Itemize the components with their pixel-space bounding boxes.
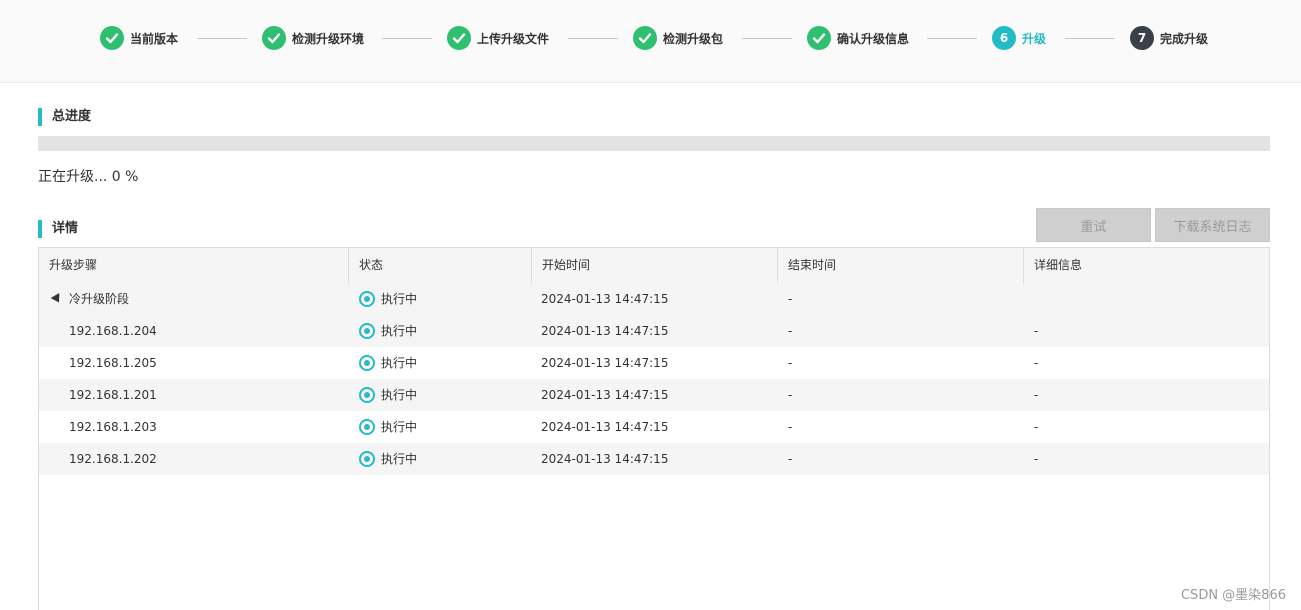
overall-progress-bar (38, 136, 1270, 151)
end-time-cell: - (788, 324, 793, 338)
step-finish: 7 完成升级 (1130, 26, 1208, 50)
column-header-start-time[interactable]: 开始时间 (532, 248, 778, 283)
start-time-cell: 2024-01-13 14:47:15 (541, 292, 669, 306)
step-label: 检测升级包 (663, 31, 724, 46)
overall-progress-title: 总进度 (38, 108, 91, 126)
table-row[interactable]: 192.168.1.204 执行中 2024-01-13 14:47:15 - … (39, 315, 1269, 347)
check-icon (262, 26, 286, 50)
step-cell: 192.168.1.203 (69, 420, 157, 434)
detail-cell: - (1034, 324, 1039, 338)
detail-cell: - (1034, 420, 1039, 434)
status-cell: 执行中 (381, 356, 418, 370)
step-upgrade: 6 升级 (992, 26, 1046, 50)
table-row[interactable]: 192.168.1.205 执行中 2024-01-13 14:47:15 - … (39, 347, 1269, 379)
column-header-detail[interactable]: 详细信息 (1024, 248, 1269, 283)
step-check-package: 检测升级包 (633, 26, 723, 50)
step-label: 升级 (1022, 31, 1047, 46)
running-status-icon (359, 291, 375, 307)
step-label: 检测升级环境 (292, 31, 365, 46)
check-icon (447, 26, 471, 50)
check-icon (633, 26, 657, 50)
detail-cell: - (1034, 388, 1039, 402)
column-header-status[interactable]: 状态 (349, 248, 532, 283)
step-cell: 192.168.1.204 (69, 324, 157, 338)
detail-cell: - (1034, 356, 1039, 370)
step-connector (382, 38, 432, 39)
end-time-cell: - (788, 420, 793, 434)
step-label: 上传升级文件 (477, 31, 550, 46)
start-time-cell: 2024-01-13 14:47:15 (541, 324, 669, 338)
upgrade-stepper: 当前版本 检测升级环境 上传升级文件 检测升级包 确认升级信息 6 升级 7 完 (0, 0, 1301, 83)
running-status-icon (359, 451, 375, 467)
status-cell: 执行中 (381, 292, 418, 306)
status-cell: 执行中 (381, 452, 418, 466)
expand-triangle-icon[interactable] (50, 293, 64, 305)
status-cell: 执行中 (381, 420, 418, 434)
table-row[interactable]: 192.168.1.202 执行中 2024-01-13 14:47:15 - … (39, 443, 1269, 475)
upgrade-steps-table: 升级步骤 状态 开始时间 结束时间 详细信息 冷升级阶段 执行中 2024-01… (38, 247, 1270, 610)
step-cell: 192.168.1.201 (69, 388, 157, 402)
end-time-cell: - (788, 292, 793, 306)
running-status-icon (359, 387, 375, 403)
step-connector (1065, 38, 1115, 39)
step-connector (927, 38, 977, 39)
step-label: 确认升级信息 (837, 31, 910, 46)
step-number-badge: 7 (1130, 26, 1154, 50)
step-number-badge: 6 (992, 26, 1016, 50)
table-row[interactable]: 192.168.1.203 执行中 2024-01-13 14:47:15 - … (39, 411, 1269, 443)
step-confirm-info: 确认升级信息 (807, 26, 909, 50)
status-cell: 执行中 (381, 324, 418, 338)
step-cell: 冷升级阶段 (69, 292, 130, 306)
watermark: CSDN @墨染866 (1180, 588, 1286, 603)
start-time-cell: 2024-01-13 14:47:15 (541, 356, 669, 370)
step-connector (197, 38, 247, 39)
table-row-group[interactable]: 冷升级阶段 执行中 2024-01-13 14:47:15 - (39, 283, 1269, 315)
check-icon (807, 26, 831, 50)
column-header-step[interactable]: 升级步骤 (39, 248, 349, 283)
step-connector (568, 38, 618, 39)
end-time-cell: - (788, 388, 793, 402)
start-time-cell: 2024-01-13 14:47:15 (541, 388, 669, 402)
start-time-cell: 2024-01-13 14:47:15 (541, 420, 669, 434)
progress-status-text: 正在升级... 0 % (38, 169, 139, 185)
step-label: 当前版本 (130, 31, 179, 46)
running-status-icon (359, 355, 375, 371)
retry-button[interactable]: 重试 (1036, 208, 1151, 242)
start-time-cell: 2024-01-13 14:47:15 (541, 452, 669, 466)
step-current-version: 当前版本 (100, 26, 178, 50)
step-connector (742, 38, 792, 39)
step-cell: 192.168.1.202 (69, 452, 157, 466)
end-time-cell: - (788, 356, 793, 370)
check-icon (100, 26, 124, 50)
running-status-icon (359, 323, 375, 339)
column-header-end-time[interactable]: 结束时间 (778, 248, 1024, 283)
step-label: 完成升级 (1160, 31, 1209, 46)
table-header: 升级步骤 状态 开始时间 结束时间 详细信息 (39, 248, 1269, 284)
table-row[interactable]: 192.168.1.201 执行中 2024-01-13 14:47:15 - … (39, 379, 1269, 411)
step-upload-file: 上传升级文件 (447, 26, 549, 50)
step-cell: 192.168.1.205 (69, 356, 157, 370)
status-cell: 执行中 (381, 388, 418, 402)
details-title: 详情 (38, 220, 78, 238)
download-log-button[interactable]: 下载系统日志 (1155, 208, 1270, 242)
step-check-environment: 检测升级环境 (262, 26, 364, 50)
end-time-cell: - (788, 452, 793, 466)
running-status-icon (359, 419, 375, 435)
detail-cell: - (1034, 452, 1039, 466)
